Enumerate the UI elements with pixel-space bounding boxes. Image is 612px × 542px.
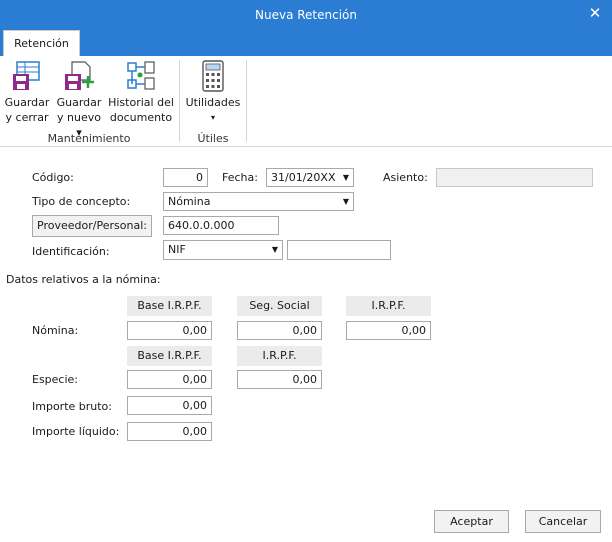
importe-bruto-input[interactable]: 0,00 [127,396,212,415]
asiento-label: Asiento: [383,171,428,184]
identificacion-type-value: NIF [168,243,186,256]
save-new-button[interactable]: Guardar y nuevo ▾ [55,60,103,140]
title-bar: Nueva Retención ✕ [0,0,612,30]
floppy-grid-icon [13,61,40,90]
identificacion-label: Identificación: [32,245,110,258]
chevron-down-icon: ▾ [210,113,215,122]
header-especie-base-irpf: Base I.R.P.F. [127,346,212,366]
tipo-concepto-select[interactable]: Nómina ▼ [163,192,354,211]
ribbon-divider [179,60,180,142]
ribbon-tab-bar: Retención [0,30,612,56]
cancel-button[interactable]: Cancelar [525,510,601,533]
header-irpf: I.R.P.F. [346,296,431,316]
especie-label: Especie: [32,373,79,386]
importe-liquido-input[interactable]: 0,00 [127,422,212,441]
chevron-down-icon[interactable]: ▼ [343,169,349,186]
group-label-utils: Útiles [197,132,229,145]
header-especie-irpf: I.R.P.F. [237,346,322,366]
codigo-label: Código: [32,171,74,184]
save-close-label-2: y cerrar [5,111,49,124]
document-tree-icon [127,61,155,90]
calculator-icon [202,60,224,92]
utilities-button[interactable]: Utilidades ▾ [184,60,242,125]
save-close-button[interactable]: Guardar y cerrar [4,60,50,125]
close-icon[interactable]: ✕ [586,4,604,22]
history-label-2: documento [109,111,173,124]
utilities-label: Utilidades [185,96,241,109]
nomina-irpf-input[interactable]: 0,00 [346,321,431,340]
nomina-seg-social-input[interactable]: 0,00 [237,321,322,340]
tipo-concepto-label: Tipo de concepto: [32,195,131,208]
save-new-label-1: Guardar [56,96,102,109]
codigo-input[interactable]: 0 [163,168,208,187]
ribbon: Guardar y cerrar Guardar y nuevo ▾ Histo… [0,56,612,147]
tab-retencion[interactable]: Retención [3,30,80,56]
importe-liquido-label: Importe líquido: [32,425,120,438]
history-button[interactable]: Historial del documento [108,60,174,125]
fecha-datepicker[interactable]: 31/01/20XX ▼ [266,168,354,187]
identificacion-type-select[interactable]: NIF ▼ [163,240,283,260]
accept-button[interactable]: Aceptar [434,510,509,533]
group-label-maintenance: Mantenimiento [47,132,131,145]
nomina-base-irpf-input[interactable]: 0,00 [127,321,212,340]
identificacion-input[interactable] [287,240,391,260]
tipo-concepto-value: Nómina [168,195,211,208]
header-seg-social: Seg. Social [237,296,322,316]
proveedor-input[interactable]: 640.0.0.000 [163,216,279,235]
chevron-down-icon[interactable]: ▼ [343,193,349,210]
ribbon-divider [246,60,247,142]
chevron-down-icon[interactable]: ▼ [272,241,278,258]
floppy-plus-icon [65,61,94,90]
proveedor-personal-button[interactable]: Proveedor/Personal: [32,215,152,237]
section-title: Datos relativos a la nómina: [6,273,161,286]
save-close-label-1: Guardar [4,96,50,109]
window-title: Nueva Retención [255,8,357,22]
importe-bruto-label: Importe bruto: [32,400,112,413]
especie-base-irpf-input[interactable]: 0,00 [127,370,212,389]
especie-irpf-input[interactable]: 0,00 [237,370,322,389]
asiento-input [436,168,593,187]
header-base-irpf: Base I.R.P.F. [127,296,212,316]
nomina-label: Nómina: [32,324,79,337]
history-label-1: Historial del [108,96,174,109]
fecha-value: 31/01/20XX [271,171,336,184]
fecha-label: Fecha: [222,171,258,184]
